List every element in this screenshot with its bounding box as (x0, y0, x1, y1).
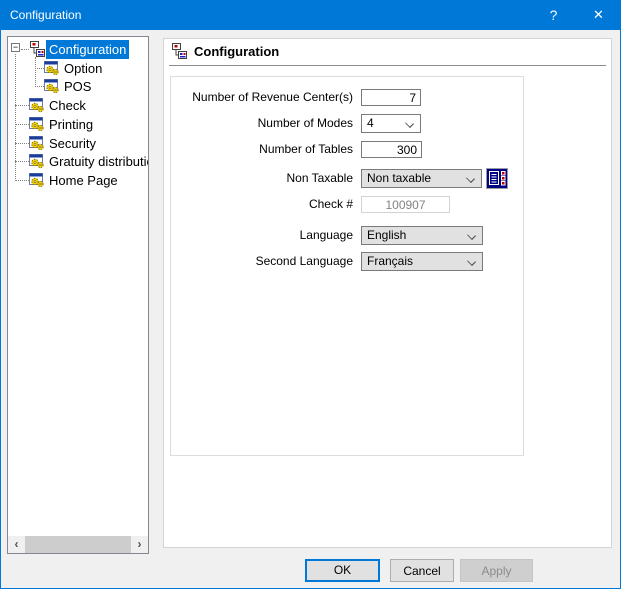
ok-button[interactable]: OK (305, 559, 380, 582)
second-language-label: Second Language (184, 252, 353, 271)
list-editor-icon (487, 169, 507, 188)
sidebar-item-pos[interactable]: POS (8, 77, 148, 96)
navigation-tree: − Configuration Option POS Check Printin… (8, 38, 148, 535)
chevron-down-icon (467, 231, 476, 240)
navigation-tree-panel: − Configuration Option POS Check Printin… (7, 36, 149, 554)
sidebar-item-option[interactable]: Option (8, 59, 148, 78)
sidebar-item-label: Option (61, 59, 105, 78)
sidebar-item-gratuity-distribution[interactable]: Gratuity distribution (8, 152, 148, 171)
check-number-input (361, 196, 450, 213)
second-language-value: Français (367, 254, 413, 268)
gears-window-icon (29, 135, 45, 151)
edit-list-button[interactable] (486, 168, 508, 189)
sidebar-item-label: Security (46, 134, 99, 153)
sidebar-item-security[interactable]: Security (8, 134, 148, 153)
sidebar-item-check[interactable]: Check (8, 96, 148, 115)
close-icon: ✕ (593, 7, 604, 22)
modes-dropdown[interactable]: 4 (361, 114, 421, 133)
sidebar-item-label: Configuration (46, 40, 129, 59)
revenue-centers-label: Number of Revenue Center(s) (184, 89, 353, 106)
gears-window-icon (29, 116, 45, 132)
header-separator (169, 65, 606, 66)
sidebar-item-label: Home Page (46, 171, 121, 190)
second-language-dropdown[interactable]: Français (361, 252, 483, 271)
sidebar-item-label: Printing (46, 115, 96, 134)
non-taxable-dropdown[interactable]: Non taxable (361, 169, 482, 188)
gears-window-icon (29, 172, 45, 188)
sidebar-item-printing[interactable]: Printing (8, 115, 148, 134)
modes-value: 4 (367, 116, 374, 130)
chevron-down-icon (466, 174, 475, 183)
chevron-down-icon (467, 257, 476, 266)
close-button[interactable]: ✕ (576, 0, 621, 30)
language-value: English (367, 228, 406, 242)
hierarchy-icon (171, 43, 187, 59)
gears-window-icon (44, 78, 60, 94)
help-icon: ? (550, 7, 558, 23)
tables-label: Number of Tables (184, 141, 353, 158)
hierarchy-icon (29, 41, 45, 57)
revenue-centers-input[interactable] (361, 89, 421, 106)
title-bar: Configuration ? ✕ (0, 0, 621, 30)
sidebar-item-configuration[interactable]: Configuration (8, 40, 148, 59)
chevron-down-icon (405, 119, 414, 128)
language-label: Language (184, 226, 353, 245)
help-button[interactable]: ? (531, 0, 576, 30)
window-title: Configuration (10, 0, 81, 30)
modes-label: Number of Modes (184, 114, 353, 133)
scroll-left-icon[interactable]: ‹ (8, 536, 25, 553)
check-number-label: Check # (184, 196, 353, 213)
horizontal-scrollbar[interactable]: ‹ › (8, 536, 148, 553)
non-taxable-label: Non Taxable (184, 169, 353, 188)
apply-button: Apply (460, 559, 533, 582)
scroll-right-icon[interactable]: › (131, 536, 148, 553)
tables-input[interactable] (361, 141, 422, 158)
sidebar-item-label: Gratuity distribution (46, 152, 148, 171)
non-taxable-value: Non taxable (367, 171, 431, 185)
sidebar-item-home-page[interactable]: Home Page (8, 171, 148, 190)
sidebar-item-label: Check (46, 96, 89, 115)
language-dropdown[interactable]: English (361, 226, 483, 245)
gears-window-icon (44, 60, 60, 76)
gears-window-icon (29, 153, 45, 169)
page-title: Configuration (194, 39, 279, 64)
cancel-button[interactable]: Cancel (390, 559, 454, 582)
content-panel: Configuration Number of Revenue Center(s… (163, 38, 612, 548)
gears-window-icon (29, 97, 45, 113)
scrollbar-thumb[interactable] (25, 536, 131, 553)
sidebar-item-label: POS (61, 77, 94, 96)
